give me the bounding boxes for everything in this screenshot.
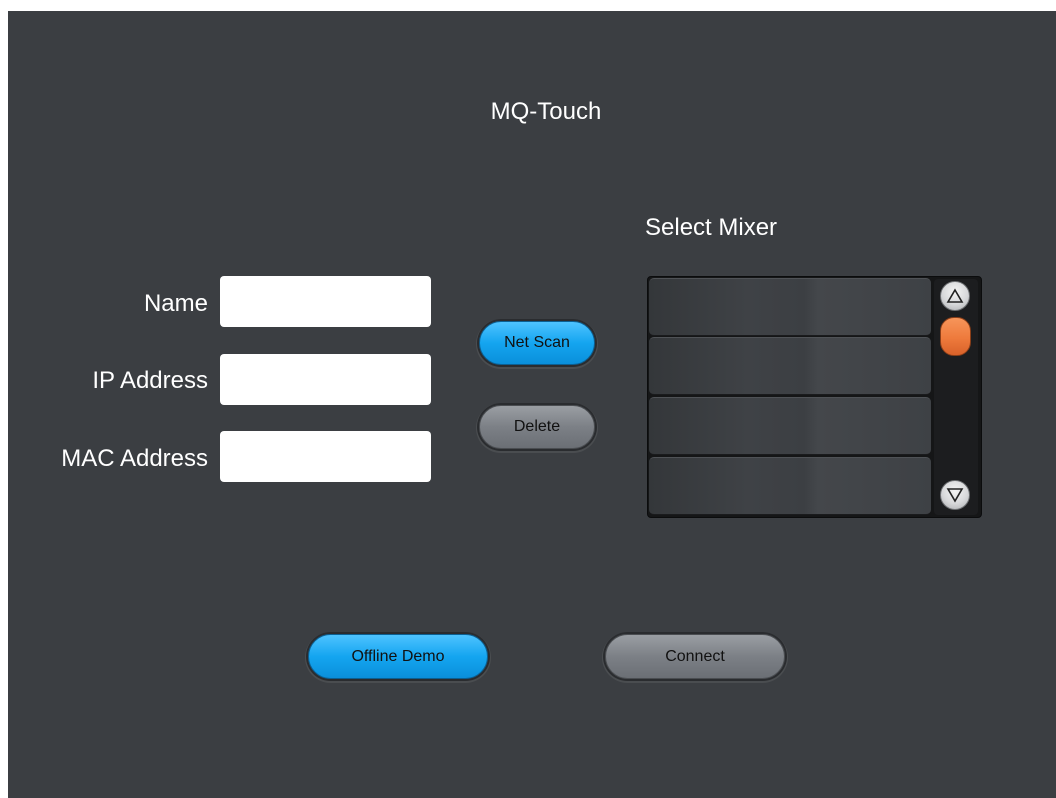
mac-address-field[interactable] [220,431,431,482]
name-label: Name [143,290,208,317]
ip-address-field[interactable] [220,354,431,405]
mixer-list-item[interactable] [649,457,931,515]
mac-address-label: MAC Address [61,445,208,472]
net-scan-button[interactable]: Net Scan [479,321,595,365]
triangle-down-icon [946,488,964,503]
mixer-list-scrollbar[interactable] [934,279,978,515]
name-field[interactable] [220,276,431,327]
mixer-list-item[interactable] [649,278,931,336]
offline-demo-button[interactable]: Offline Demo [308,634,488,679]
scroll-down-button[interactable] [940,480,970,510]
scroll-thumb[interactable] [940,317,971,356]
app-screen: MQ-Touch Name IP Address MAC Address Net… [8,11,1056,798]
mixer-list [647,276,982,518]
triangle-up-icon [946,288,964,303]
connect-button[interactable]: Connect [605,634,785,679]
delete-button[interactable]: Delete [479,405,595,449]
app-title: MQ-Touch [490,98,602,125]
ip-address-label: IP Address [92,367,208,394]
scroll-up-button[interactable] [940,281,970,311]
mixer-list-item[interactable] [649,337,931,395]
mixer-list-item[interactable] [649,397,931,455]
select-mixer-title: Select Mixer [645,214,778,241]
